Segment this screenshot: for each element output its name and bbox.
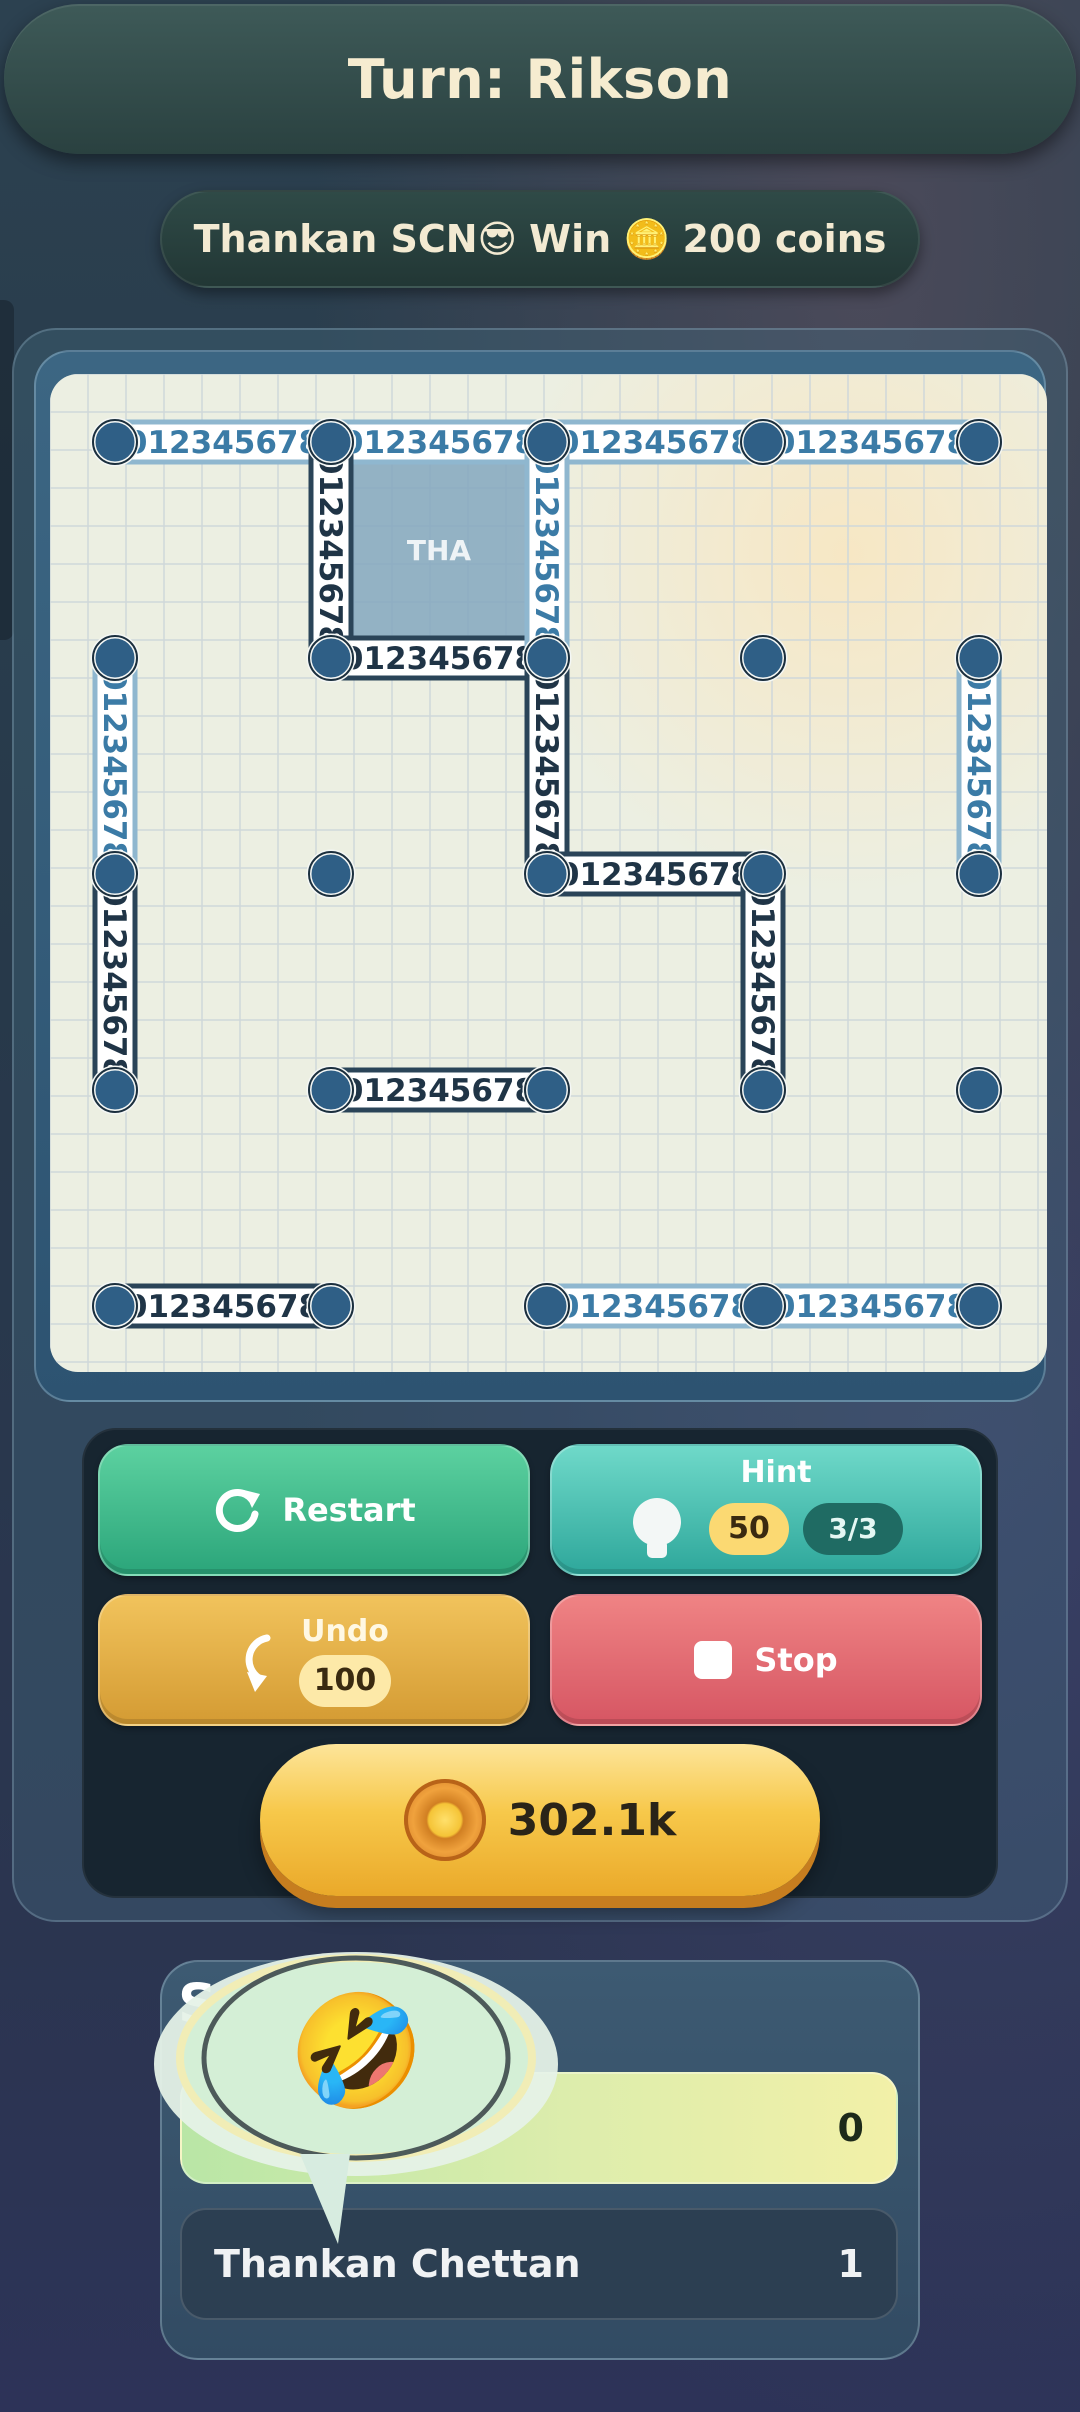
coin-balance: 302.1k [507,1794,677,1846]
board-canvas[interactable]: THA012345678 012345678 012345678 0123456780… [50,374,1047,1372]
restart-icon [216,1488,261,1532]
edge-label: 012345678 [558,1289,752,1325]
edge-label: 012345678 [342,641,536,677]
stop-icon [694,1641,733,1679]
edge-label: 012345678 [312,453,348,647]
edge-label: 012345678 [558,857,752,893]
restart-button[interactable]: Restart [98,1444,530,1576]
edge-label: 012345678 [774,425,968,461]
hint-cost-badge: 50 [709,1502,789,1555]
restart-label: Restart [282,1491,416,1529]
edge-label: 012345678 [528,453,564,647]
hint-button[interactable]: Hint 50 3/3 [550,1444,982,1576]
hint-label: Hint [740,1454,812,1490]
undo-label: Undo [301,1613,389,1649]
box-owner-label: THA [407,534,472,567]
emote-bubble: 🤣 [150,1940,570,2250]
edge-label: 012345678 [558,425,752,461]
prize-amount: 200 coins [682,217,887,261]
prize-banner: Thankan SCN😎 Win 🪙 200 coins [160,190,920,288]
player-score: 0 [837,2106,864,2150]
game-board: THA 012345678 012345678 012345678 012345678 0… [50,374,1047,1372]
edge-label: 012345678 [528,669,564,863]
edge-label: 012345678 [126,1289,320,1325]
edge-label: 012345678 [744,885,780,1079]
hint-count-badge: 3/3 [803,1502,903,1555]
lightbulb-icon [633,1497,681,1558]
emote-emoji: 🤣 [288,1987,425,2115]
edge-label: 012345678 [960,669,996,863]
edge-label: 012345678 [774,1289,968,1325]
prize-winner: Thankan SCN😎 [193,217,518,261]
turn-banner: Turn: Rikson [4,4,1076,154]
undo-button[interactable]: Undo 100 [98,1594,530,1726]
edge-label: 012345678 [342,425,536,461]
coin-icon: 🪙 [623,216,671,261]
turn-text: Turn: Rikson [347,47,733,111]
stop-label: Stop [754,1641,838,1679]
edge-label: 012345678 [96,669,132,863]
edge-label: 012345678 [96,885,132,1079]
stop-button[interactable]: Stop [550,1594,982,1726]
coin-icon [403,1779,486,1861]
player-score: 1 [837,2242,864,2286]
edge-label: 012345678 [342,1073,536,1109]
undo-cost-badge: 100 [299,1654,391,1707]
undo-icon [245,1634,271,1692]
edge-label: 012345678 [126,425,320,461]
prize-win-word: Win [529,217,612,261]
coin-balance-button[interactable]: 302.1k [260,1744,820,1896]
